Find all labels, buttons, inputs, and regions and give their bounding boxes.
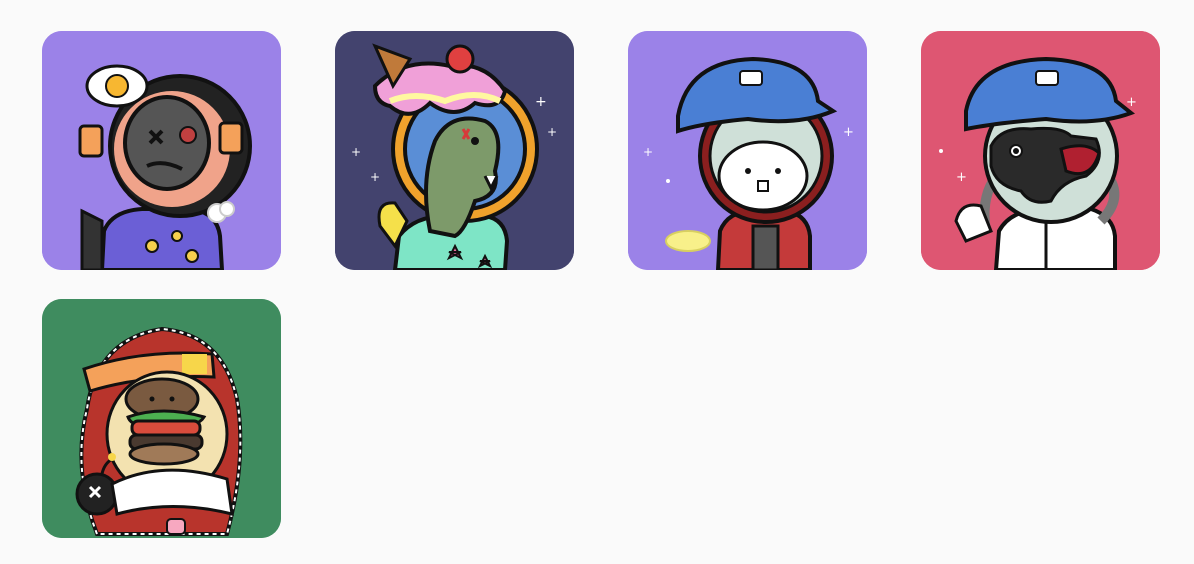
avatar-tile-4[interactable]: + + bbox=[921, 31, 1160, 270]
svg-text:+: + bbox=[956, 170, 967, 185]
avatar-tile-3[interactable]: + + bbox=[628, 31, 867, 270]
dog-cap-astronaut-avatar-icon: + + bbox=[921, 31, 1160, 270]
dinosaur-icecream-astronaut-avatar-icon: + + + + bbox=[335, 31, 574, 270]
avatar-tile-1[interactable] bbox=[42, 31, 281, 270]
avatar-tile-5[interactable] bbox=[42, 299, 281, 538]
svg-text:+: + bbox=[535, 94, 547, 110]
burger-keffiyeh-astronaut-avatar-icon bbox=[42, 299, 281, 538]
svg-text:+: + bbox=[547, 125, 557, 139]
svg-text:+: + bbox=[351, 145, 361, 159]
hamster-cap-astronaut-avatar-icon: + + bbox=[628, 31, 867, 270]
scarecrow-astronaut-avatar-icon bbox=[42, 31, 281, 270]
nft-gallery-grid: + + + + + + + + bbox=[42, 31, 1160, 538]
svg-text:+: + bbox=[643, 145, 653, 159]
svg-text:+: + bbox=[370, 170, 380, 184]
avatar-tile-2[interactable]: + + + + bbox=[335, 31, 574, 270]
svg-text:+: + bbox=[843, 125, 854, 140]
